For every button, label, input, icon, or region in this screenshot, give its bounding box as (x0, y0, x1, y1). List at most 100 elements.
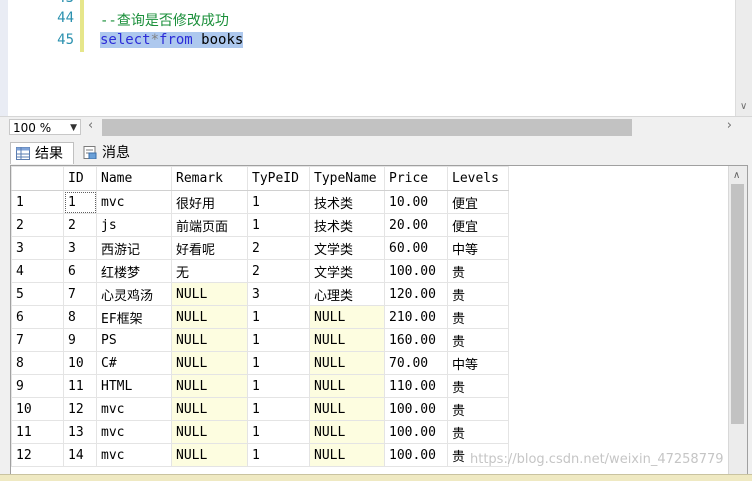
cell-levels[interactable]: 贵 (447, 374, 509, 398)
cell-levels[interactable]: 便宜 (447, 190, 509, 214)
cell-name[interactable]: 心灵鸡汤 (96, 282, 172, 306)
cell-remark[interactable]: 前端页面 (171, 213, 248, 237)
cell-typename[interactable]: NULL (309, 374, 385, 398)
cell-levels[interactable]: 便宜 (447, 213, 509, 237)
table-row[interactable]: 3 3 西游记 好看呢 2 文学类 60.00 中等 (11, 236, 509, 260)
cell-typeid[interactable]: 1 (247, 213, 310, 237)
cell-typename[interactable]: 心理类 (309, 282, 385, 306)
code-selected-line[interactable]: select*from books (100, 32, 244, 48)
cell-price[interactable]: 120.00 (384, 282, 448, 306)
cell-id[interactable]: 12 (63, 397, 97, 421)
table-row[interactable]: 4 6 红楼梦无 2 文学类 100.00 贵 (11, 259, 509, 283)
cell-remark[interactable]: NULL (171, 374, 248, 398)
chevron-up-icon[interactable]: ∧ (733, 170, 740, 181)
table-row[interactable]: 5 7 心灵鸡汤 NULL 3 心理类 120.00 贵 (11, 282, 509, 306)
results-grid[interactable]: ID Name Remark TyPeID TypeName Price Lev… (10, 165, 748, 480)
cell-name[interactable]: js (96, 213, 172, 237)
cell-typeid[interactable]: 1 (247, 305, 310, 329)
cell-remark[interactable]: NULL (171, 420, 248, 444)
cell-id[interactable]: 13 (63, 420, 97, 444)
column-header-rownum[interactable] (11, 166, 64, 191)
tab-results[interactable]: 结果 (10, 142, 74, 164)
cell-typeid[interactable]: 3 (247, 282, 310, 306)
table-row[interactable]: 2 2 js 前端页面 1 技术类 20.00 便宜 (11, 213, 509, 237)
table-row[interactable]: 12 14 mvc NULL 1 NULL 100.00 贵 (11, 443, 509, 467)
cell-typeid[interactable]: 1 (247, 420, 310, 444)
cell-typename[interactable]: 文学类 (309, 259, 385, 283)
chevron-right-icon[interactable]: › (727, 118, 732, 133)
cell-price[interactable]: 100.00 (384, 420, 448, 444)
editor-horizontal-scrollbar[interactable]: ‹ › (86, 118, 734, 136)
cell-price[interactable]: 100.00 (384, 259, 448, 283)
cell-remark[interactable]: NULL (171, 328, 248, 352)
cell-levels[interactable]: 贵 (447, 397, 509, 421)
column-header-id[interactable]: ID (63, 166, 97, 191)
column-header-name[interactable]: Name (96, 166, 172, 191)
table-row[interactable]: 6 8 EF框架 NULL 1 NULL 210.00 贵 (11, 305, 509, 329)
cell-id[interactable]: 14 (63, 443, 97, 467)
cell-typeid[interactable]: 1 (247, 374, 310, 398)
cell-remark[interactable]: NULL (171, 443, 248, 467)
cell-name[interactable]: mvc (96, 420, 172, 444)
cell-levels[interactable]: 中等 (447, 351, 509, 375)
cell-id[interactable]: 1 (63, 190, 97, 214)
scrollbar-thumb[interactable] (102, 119, 632, 136)
cell-name[interactable]: C# (96, 351, 172, 375)
cell-typename[interactable]: NULL (309, 328, 385, 352)
cell-remark[interactable]: 很好用 (171, 190, 248, 214)
cell-id[interactable]: 7 (63, 282, 97, 306)
tab-messages[interactable]: 消息 (78, 142, 144, 164)
cell-remark[interactable]: NULL (171, 305, 248, 329)
grid-vertical-scrollbar[interactable]: ∧ (728, 166, 747, 479)
zoom-select[interactable]: 100 % ▼ (9, 119, 81, 135)
table-row[interactable]: 1 1 mvc 很好用 1 技术类 10.00 便宜 (11, 190, 509, 214)
cell-levels[interactable]: 贵 (447, 259, 509, 283)
chevron-down-icon[interactable]: ∨ (740, 101, 747, 112)
cell-name[interactable]: mvc (96, 190, 172, 214)
cell-typeid[interactable]: 1 (247, 328, 310, 352)
cell-levels[interactable]: 中等 (447, 236, 509, 260)
cell-typeid[interactable]: 2 (247, 236, 310, 260)
cell-price[interactable]: 100.00 (384, 397, 448, 421)
cell-id[interactable]: 11 (63, 374, 97, 398)
cell-typename[interactable]: NULL (309, 443, 385, 467)
cell-id[interactable]: 9 (63, 328, 97, 352)
cell-typename[interactable]: NULL (309, 305, 385, 329)
cell-price[interactable]: 20.00 (384, 213, 448, 237)
cell-levels[interactable]: 贵 (447, 420, 509, 444)
cell-price[interactable]: 160.00 (384, 328, 448, 352)
column-header-remark[interactable]: Remark (171, 166, 248, 191)
cell-typeid[interactable]: 1 (247, 397, 310, 421)
editor-vertical-scrollbar[interactable]: ∨ (735, 0, 752, 116)
cell-typename[interactable]: NULL (309, 397, 385, 421)
cell-levels[interactable]: 贵 (447, 305, 509, 329)
cell-name[interactable]: 西游记 (96, 236, 172, 260)
query-editor[interactable]: 43 44 45 --查询是否修改成功 select*from books ∨ (0, 0, 752, 116)
cell-price[interactable]: 100.00 (384, 443, 448, 467)
cell-name[interactable]: 红楼梦 (96, 259, 172, 283)
cell-name[interactable]: mvc (96, 397, 172, 421)
code-comment-line[interactable]: --查询是否修改成功 (100, 10, 229, 30)
cell-typename[interactable]: 技术类 (309, 213, 385, 237)
cell-typeid[interactable]: 1 (247, 443, 310, 467)
cell-typeid[interactable]: 1 (247, 351, 310, 375)
cell-id[interactable]: 3 (63, 236, 97, 260)
cell-name[interactable]: EF框架 (96, 305, 172, 329)
cell-remark[interactable]: NULL (171, 351, 248, 375)
column-header-levels[interactable]: Levels (447, 166, 509, 191)
cell-price[interactable]: 70.00 (384, 351, 448, 375)
cell-typename[interactable]: 技术类 (309, 190, 385, 214)
chevron-left-icon[interactable]: ‹ (88, 118, 93, 133)
cell-remark[interactable]: NULL (171, 397, 248, 421)
table-row[interactable]: 8 10 C# NULL 1 NULL 70.00 中等 (11, 351, 509, 375)
table-row[interactable]: 9 11 HTML NULL 1 NULL 110.00 贵 (11, 374, 509, 398)
cell-typename[interactable]: NULL (309, 420, 385, 444)
column-header-typename[interactable]: TypeName (309, 166, 385, 191)
cell-price[interactable]: 210.00 (384, 305, 448, 329)
column-header-price[interactable]: Price (384, 166, 448, 191)
cell-name[interactable]: mvc (96, 443, 172, 467)
cell-id[interactable]: 8 (63, 305, 97, 329)
cell-name[interactable]: PS (96, 328, 172, 352)
table-row[interactable]: 10 12 mvc NULL 1 NULL 100.00 贵 (11, 397, 509, 421)
cell-name[interactable]: HTML (96, 374, 172, 398)
